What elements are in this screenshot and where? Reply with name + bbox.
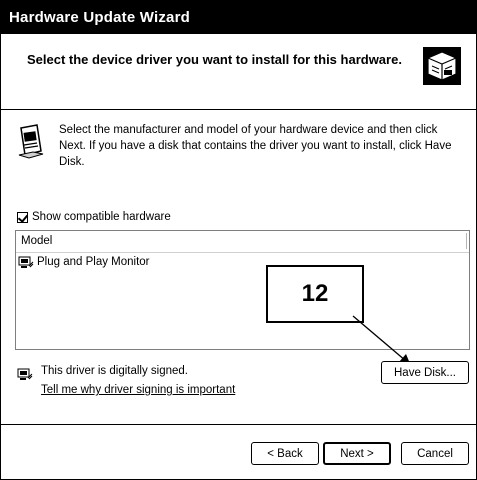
wizard-header: Select the device driver you want to ins…	[1, 34, 476, 110]
step-callout: 12	[266, 265, 364, 323]
column-divider[interactable]	[466, 233, 467, 249]
header-title: Select the device driver you want to ins…	[27, 52, 402, 67]
next-label: Next >	[340, 447, 374, 460]
model-column-label: Model	[21, 235, 53, 247]
hardware-update-wizard-window: Hardware Update Wizard Select the device…	[0, 0, 477, 480]
callout-number: 12	[301, 280, 329, 307]
show-compatible-checkbox[interactable]	[17, 211, 28, 223]
hardware-wizard-icon	[423, 47, 461, 85]
driver-icon	[18, 256, 34, 268]
have-disk-label: Have Disk...	[394, 366, 456, 379]
show-compatible-label[interactable]: Show compatible hardware	[32, 211, 171, 223]
window-title: Hardware Update Wizard	[9, 9, 190, 26]
back-label: < Back	[267, 447, 303, 460]
next-button[interactable]: Next >	[323, 442, 391, 465]
model-column-header[interactable]: Model	[16, 231, 469, 253]
list-item-label: Plug and Play Monitor	[37, 256, 150, 268]
wizard-footer: < Back Next > Cancel	[1, 425, 476, 479]
back-button[interactable]: < Back	[251, 442, 319, 465]
show-compatible-checkbox-row[interactable]: Show compatible hardware	[17, 209, 171, 225]
have-disk-button[interactable]: Have Disk...	[381, 361, 469, 384]
intro-text: Select the manufacturer and model of you…	[59, 124, 452, 168]
device-driver-icon	[18, 124, 44, 159]
cancel-label: Cancel	[417, 447, 453, 460]
title-bar[interactable]: Hardware Update Wizard	[1, 1, 476, 34]
driver-signing-link[interactable]: Tell me why driver signing is important	[41, 384, 235, 396]
signed-status-text: This driver is digitally signed.	[41, 365, 189, 377]
cancel-button[interactable]: Cancel	[401, 442, 469, 465]
list-item[interactable]: Plug and Play Monitor	[16, 253, 469, 271]
wizard-body: Select the manufacturer and model of you…	[1, 110, 476, 424]
signed-driver-icon	[17, 368, 33, 380]
